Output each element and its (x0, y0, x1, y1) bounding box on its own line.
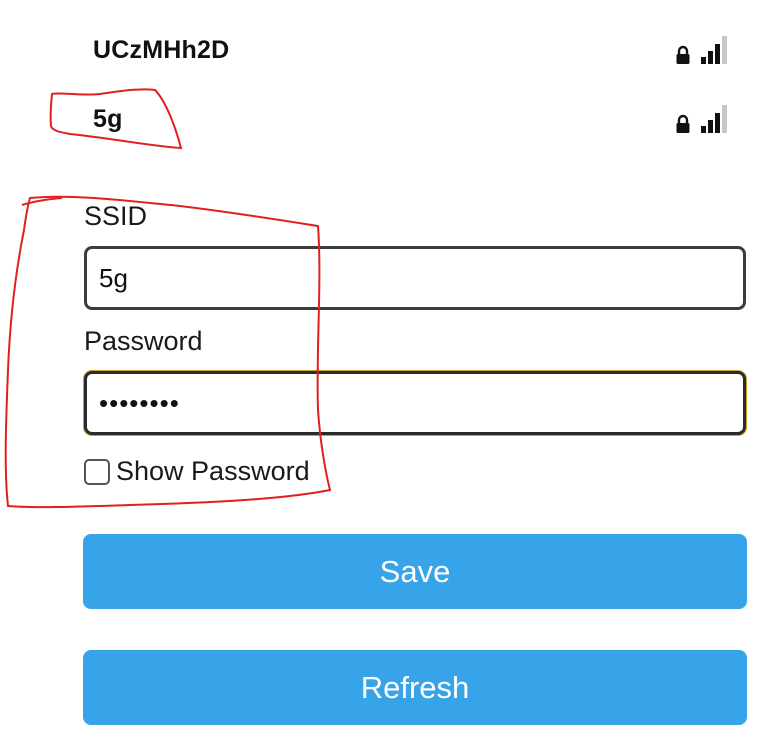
lock-icon (675, 114, 691, 134)
show-password-checkbox[interactable] (84, 458, 110, 485)
lock-icon (675, 45, 691, 65)
show-password-row[interactable]: Show Password (84, 456, 310, 487)
network-name: UCzMHh2D (93, 35, 230, 64)
signal-icon (699, 104, 729, 134)
network-icons (675, 104, 729, 134)
save-button[interactable]: Save (83, 534, 747, 609)
network-item[interactable]: 5g (93, 101, 729, 137)
network-name: 5g (93, 104, 123, 133)
ssid-input[interactable] (84, 246, 746, 310)
signal-icon (699, 35, 729, 65)
refresh-button[interactable]: Refresh (83, 650, 747, 725)
wifi-config-page: UCzMHh2D 5g SSID 5g Password •••••••• Sh… (0, 0, 769, 748)
network-icons (675, 35, 729, 65)
password-input[interactable] (84, 371, 746, 435)
network-item[interactable]: UCzMHh2D (93, 32, 729, 68)
ssid-label: SSID (84, 201, 148, 231)
show-password-label: Show Password (116, 456, 310, 486)
annotation-stroke (21, 197, 63, 206)
password-label: Password (84, 326, 203, 356)
